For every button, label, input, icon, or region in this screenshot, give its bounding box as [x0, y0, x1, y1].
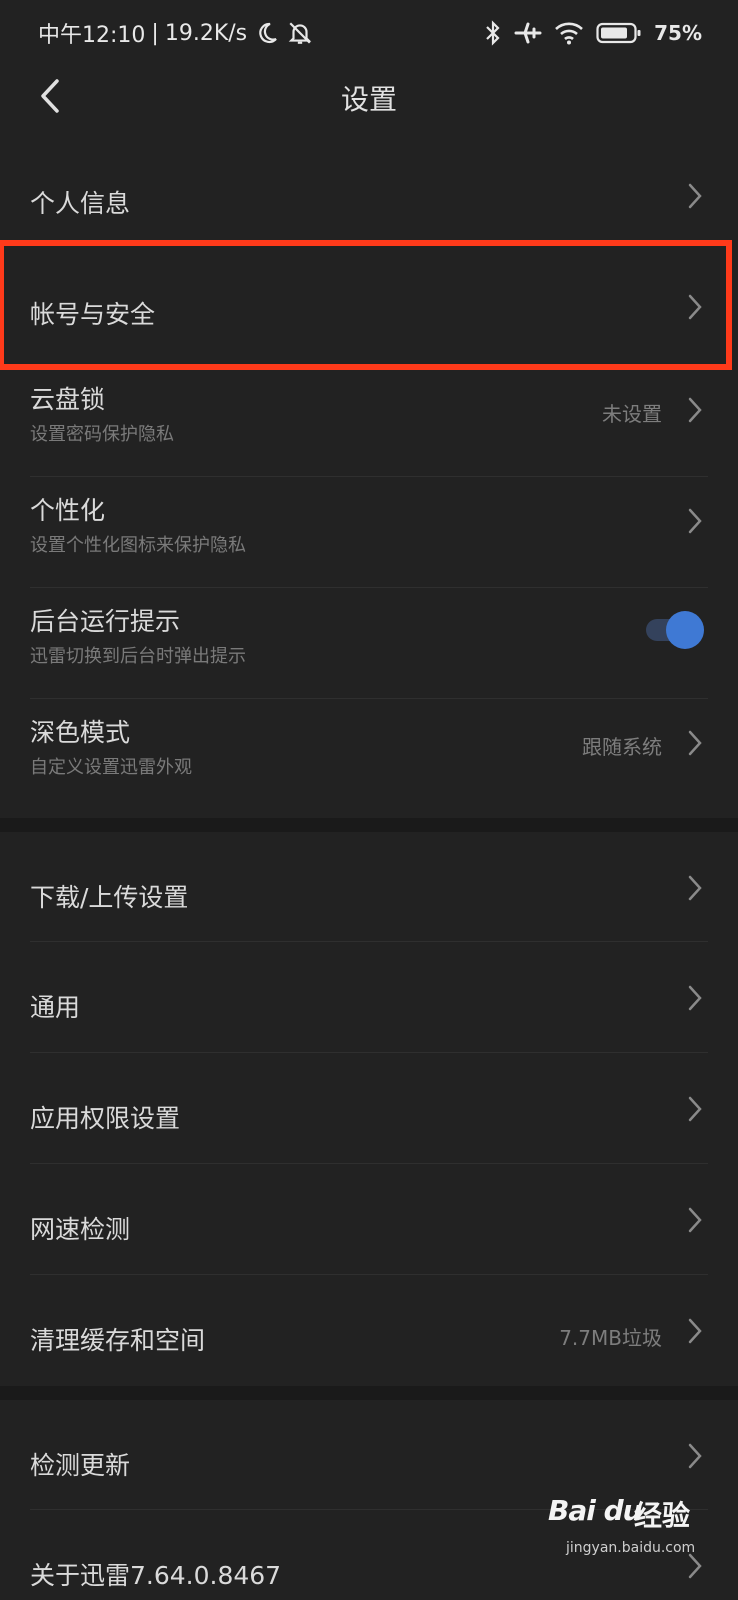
- chevron-right-icon: [688, 183, 702, 209]
- item-title: 云盘锁: [30, 385, 106, 414]
- general-item[interactable]: 通用: [0, 942, 738, 1053]
- item-title: 深色模式: [30, 718, 131, 747]
- chevron-right-icon: [688, 875, 702, 901]
- settings-group-account: 个人信息 帐号与安全 云盘锁 设置密码保护隐私 未设置 个性化 设置个性化图标来…: [0, 144, 738, 818]
- item-title: 应用权限设置: [30, 1104, 181, 1133]
- clear-cache-item[interactable]: 清理缓存和空间 7.7MB垃圾: [0, 1275, 738, 1386]
- battery-level: 75%: [654, 21, 702, 45]
- dark-mode-item[interactable]: 深色模式 自定义设置迅雷外观 跟随系统: [0, 699, 738, 817]
- item-title: 网速检测: [30, 1215, 131, 1244]
- item-subtitle: 迅雷切换到后台时弹出提示: [30, 646, 246, 667]
- app-permissions-item[interactable]: 应用权限设置: [0, 1053, 738, 1164]
- item-title: 检测更新: [30, 1451, 131, 1480]
- bluetooth-icon: [486, 20, 500, 46]
- status-separator: |: [151, 20, 159, 46]
- item-value: 7.7MB垃圾: [559, 1326, 662, 1350]
- item-title: 通用: [30, 993, 81, 1022]
- item-subtitle: 设置密码保护隐私: [30, 424, 174, 445]
- item-subtitle: 自定义设置迅雷外观: [30, 757, 192, 778]
- network-speed: 19.2K/s: [164, 20, 248, 46]
- watermark-domain: jingyan.baidu.com: [566, 1540, 696, 1556]
- chevron-right-icon: [688, 397, 702, 423]
- speed-test-item[interactable]: 网速检测: [0, 1164, 738, 1275]
- background-tip-toggle[interactable]: [644, 610, 704, 650]
- chevron-right-icon: [688, 730, 702, 756]
- item-title: 关于迅雷7.64.0.8467: [30, 1561, 282, 1590]
- bell-off-icon: [288, 22, 312, 44]
- item-subtitle: 设置个性化图标来保护隐私: [30, 535, 246, 556]
- status-left: 中午12:10 | 19.2K/s: [38, 18, 313, 48]
- chevron-right-icon: [688, 1443, 702, 1469]
- settings-group-general: 下载/上传设置 通用 应用权限设置 网速检测 清理缓存和空间 7.7MB垃圾: [0, 832, 738, 1386]
- chevron-right-icon: [688, 985, 702, 1011]
- item-title: 后台运行提示: [30, 607, 181, 636]
- airplane-icon: [514, 22, 542, 44]
- background-run-tip-item: 后台运行提示 迅雷切换到后台时弹出提示: [0, 588, 738, 699]
- status-time: 中午12:10: [38, 23, 146, 48]
- item-value: 跟随系统: [582, 735, 662, 759]
- baidu-watermark: Bai du 经验 jingyan.baidu.com: [548, 1490, 698, 1560]
- toggle-knob: [666, 611, 704, 649]
- chevron-right-icon: [688, 294, 702, 320]
- account-security-item[interactable]: 帐号与安全: [0, 255, 738, 366]
- status-right: 75%: [484, 18, 702, 48]
- cloud-lock-item[interactable]: 云盘锁 设置密码保护隐私 未设置: [0, 366, 738, 477]
- personalization-item[interactable]: 个性化 设置个性化图标来保护隐私: [0, 477, 738, 588]
- chevron-right-icon: [688, 508, 702, 534]
- item-title: 清理缓存和空间: [30, 1326, 206, 1355]
- chevron-right-icon: [688, 1207, 702, 1233]
- chevron-right-icon: [688, 1318, 702, 1344]
- personal-info-item[interactable]: 个人信息: [0, 144, 738, 255]
- moon-icon: [259, 22, 277, 44]
- wifi-icon: [555, 22, 584, 45]
- item-value: 未设置: [602, 402, 662, 426]
- item-title: 帐号与安全: [30, 300, 156, 329]
- page-title: 设置: [340, 83, 397, 116]
- download-upload-settings-item[interactable]: 下载/上传设置: [0, 832, 738, 942]
- battery-icon: [596, 22, 641, 44]
- item-title: 下载/上传设置: [30, 883, 189, 912]
- watermark-suffix: 经验: [634, 1499, 691, 1532]
- status-bar: 中午12:10 | 19.2K/s 75%: [0, 0, 738, 64]
- item-title: 个人信息: [30, 189, 131, 218]
- watermark-brand: Bai du: [548, 1494, 643, 1527]
- item-title: 个性化: [30, 496, 106, 525]
- chevron-right-icon: [688, 1096, 702, 1122]
